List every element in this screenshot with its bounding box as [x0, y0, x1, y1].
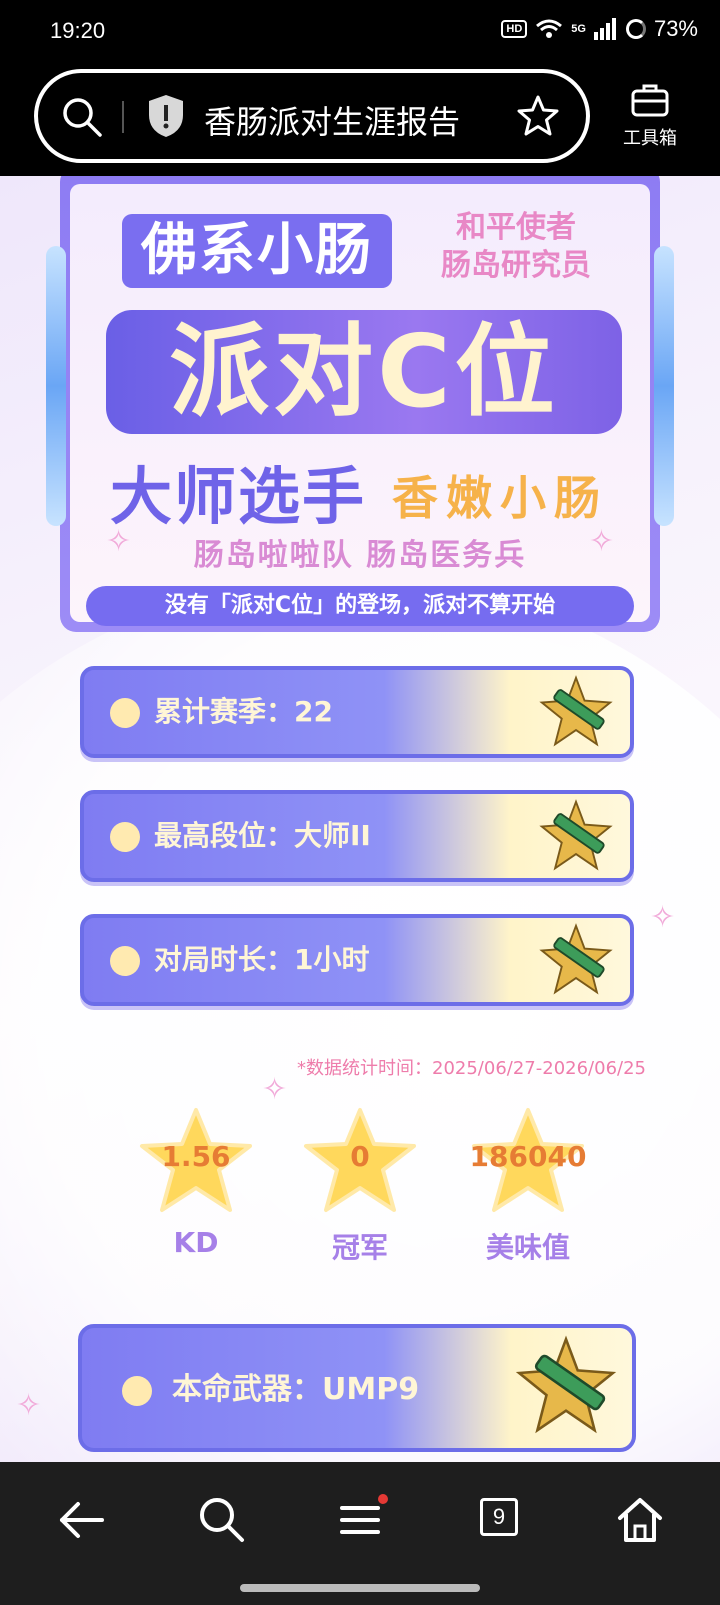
favorite-weapon: 本命武器：UMP9	[172, 1372, 420, 1407]
banner-wing-left	[46, 246, 66, 526]
report-content[interactable]: 佛系小肠 和平使者 肠岛研究员 派对C位 大师选手 香嫩小肠 ✧ ✧ 肠岛啦啦队…	[0, 176, 720, 1462]
tabs-button[interactable]: 9	[474, 1492, 534, 1552]
stat-card-seasons: 累计赛季：22	[80, 666, 634, 758]
stat-seasons: 累计赛季：22	[154, 695, 333, 728]
search-icon[interactable]	[60, 95, 104, 139]
stat-card-playtime: 对局时长：1小时	[80, 914, 634, 1006]
home-button[interactable]	[612, 1492, 672, 1552]
main-title-box: 派对C位	[106, 310, 622, 434]
champion-label: 冠军	[331, 1231, 388, 1264]
browser-toolbar: 香肠派对生涯报告 工具箱	[0, 64, 720, 176]
gesture-bar[interactable]	[240, 1584, 480, 1592]
weapon-card: 本命武器：UMP9	[78, 1324, 636, 1452]
back-button[interactable]	[54, 1492, 114, 1552]
toolbox-icon	[631, 84, 669, 117]
bullet-dot	[110, 698, 140, 728]
title-researcher: 肠岛研究员	[441, 248, 591, 283]
signal-icon	[593, 18, 616, 40]
battery-icon	[625, 19, 646, 39]
weapon-badge-icon	[539, 799, 613, 871]
data-date-note: *数据统计时间：2025/06/27-2026/06/25	[297, 1058, 646, 1079]
search-icon	[200, 1498, 244, 1542]
bottom-navigation: 9	[0, 1462, 720, 1605]
main-title: 派对C位	[169, 313, 559, 430]
back-arrow-icon	[60, 1502, 104, 1538]
stat-highest-rank: 最高段位：大师II	[154, 819, 371, 852]
status-bar: 19:20 HD 5G 73%	[0, 0, 720, 64]
status-time: 19:20	[50, 18, 106, 43]
title-banner: 佛系小肠 和平使者 肠岛研究员 派对C位 大师选手 香嫩小肠 ✧ ✧ 肠岛啦啦队…	[46, 176, 674, 632]
nickname-title: 佛系小肠	[122, 214, 392, 288]
weapon-badge-icon	[515, 1335, 617, 1434]
sparkle-icon: ✧	[16, 1388, 42, 1423]
slogan: 没有「派对C位」的登场，派对不算开始	[86, 586, 634, 626]
banner-wing-right	[654, 246, 674, 526]
rank-title: 大师选手	[110, 460, 367, 533]
tab-count: 9	[480, 1498, 518, 1536]
tastiness-value: 186040	[469, 1140, 587, 1173]
champion-value: 0	[350, 1140, 370, 1173]
stat-playtime: 对局时长：1小时	[154, 943, 370, 976]
star-stat-tastiness: 186040 美味值	[468, 1106, 588, 1266]
star-stat-champion: 0 冠军	[300, 1106, 420, 1266]
address-bar[interactable]: 香肠派对生涯报告	[34, 69, 590, 163]
weapon-badge-icon	[539, 923, 613, 995]
banner-panel: 佛系小肠 和平使者 肠岛研究员 派对C位 大师选手 香嫩小肠 ✧ ✧ 肠岛啦啦队…	[70, 184, 650, 626]
sparkle-icon: ✧	[262, 1072, 288, 1107]
bullet-dot	[110, 946, 140, 976]
notification-dot	[378, 1494, 388, 1504]
bullet-dot	[110, 822, 140, 852]
roles-line: 肠岛啦啦队 肠岛医务兵	[193, 538, 527, 573]
kd-value: 1.56	[161, 1140, 231, 1173]
tag-title: 香嫩小肠	[392, 471, 608, 525]
toolbox-label: 工具箱	[623, 128, 677, 149]
shield-icon[interactable]	[146, 93, 186, 139]
page-title[interactable]: 香肠派对生涯报告	[204, 97, 460, 143]
hd-icon: HD	[501, 20, 528, 38]
battery-level: 73%	[653, 16, 698, 41]
stat-card-highest-rank: 最高段位：大师II	[80, 790, 634, 882]
tastiness-label: 美味值	[485, 1231, 570, 1264]
search-button[interactable]	[194, 1492, 254, 1552]
wifi-icon	[536, 19, 563, 38]
kd-label: KD	[173, 1226, 219, 1259]
sparkle-icon: ✧	[650, 900, 676, 935]
divider	[122, 101, 124, 133]
network-type: 5G	[571, 23, 586, 35]
toolbox-button[interactable]: 工具箱	[610, 82, 690, 150]
status-icons: HD 5G 73%	[501, 16, 698, 42]
bookmark-star-icon[interactable]	[514, 93, 562, 141]
menu-button[interactable]	[332, 1492, 392, 1552]
bullet-dot	[122, 1376, 152, 1406]
home-icon	[618, 1498, 662, 1542]
weapon-badge-icon	[539, 675, 613, 747]
star-stat-kd: 1.56 KD	[136, 1106, 256, 1259]
